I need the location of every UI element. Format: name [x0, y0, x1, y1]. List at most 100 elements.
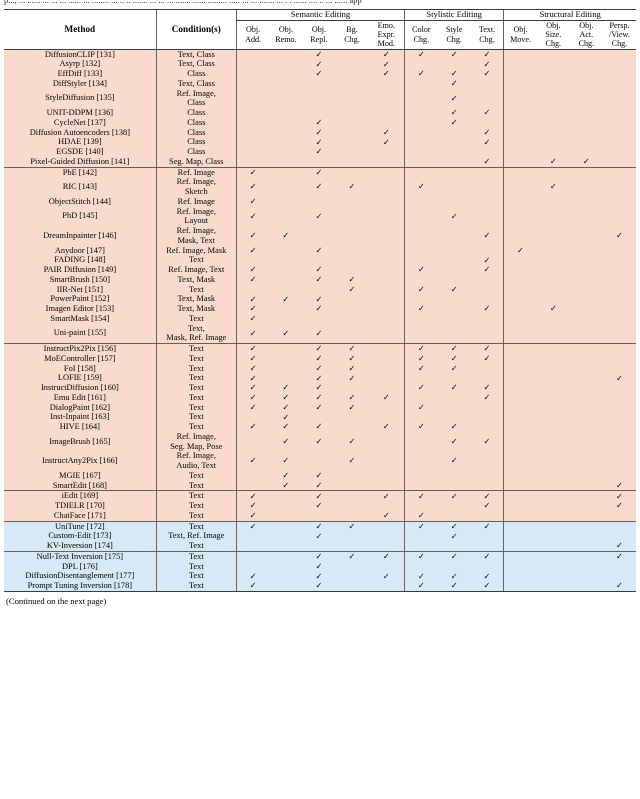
cell-check-empty — [335, 294, 369, 305]
cell-check-empty — [404, 431, 438, 452]
cell-check-empty — [302, 510, 336, 522]
cell-check-yes: ✓ — [335, 373, 369, 384]
cell-check-yes: ✓ — [602, 226, 636, 246]
cell-check-yes: ✓ — [437, 118, 471, 128]
cell-check-empty — [602, 284, 636, 295]
cell-method: iEdit [169] — [4, 490, 157, 502]
cell-check-empty — [269, 304, 303, 314]
cell-check-yes: ✓ — [235, 245, 270, 256]
cell-check-empty — [602, 88, 636, 109]
cell-check-empty — [404, 531, 438, 542]
cell-check-yes: ✓ — [235, 422, 270, 432]
cell-condition: Text — [155, 373, 237, 384]
cell-check-empty — [368, 313, 405, 324]
cell-condition: Text — [155, 343, 237, 354]
table-row: StyleDiffusion [135] Ref. Image, Class ✓ — [4, 88, 636, 109]
cell-check-empty — [470, 422, 504, 432]
cell-check-empty — [503, 451, 537, 471]
cell-check-empty — [602, 294, 636, 305]
cell-check-empty — [437, 127, 471, 138]
cell-check-empty — [368, 294, 405, 305]
cell-check-empty — [368, 88, 405, 109]
cell-check-empty — [368, 451, 405, 471]
cell-check-empty — [536, 581, 570, 592]
cut-off-text-line: p..., ... ...... ... ... ... ...... ... … — [4, 0, 362, 5]
table-row: KV-Inversion [174] Text ✓ — [4, 541, 636, 552]
cell-condition: Text — [155, 571, 237, 582]
cell-check-empty — [503, 147, 537, 157]
cell-check-empty — [536, 127, 570, 138]
cell-check-empty — [602, 343, 636, 354]
cell-check-empty — [602, 206, 636, 227]
cell-check-yes: ✓ — [437, 363, 471, 374]
cell-check-empty — [235, 78, 270, 89]
cell-check-empty — [335, 226, 369, 246]
cell-check-empty — [569, 177, 603, 197]
cell-check-yes: ✓ — [602, 373, 636, 384]
header-col-obj-move: Obj. Move. — [503, 20, 537, 50]
cell-check-yes: ✓ — [235, 177, 270, 197]
cell-check-empty — [437, 196, 471, 207]
cell-check-empty — [569, 353, 603, 364]
cell-condition: Text — [155, 510, 237, 522]
header-group-stylistic-editing: Stylistic Editing — [404, 9, 504, 21]
cell-check-yes: ✓ — [302, 206, 336, 227]
cell-check-empty — [437, 541, 471, 552]
cell-check-empty — [569, 206, 603, 227]
header-col-bg-chg: Bg. Chg. — [335, 20, 369, 50]
cell-check-empty — [503, 392, 537, 403]
cell-check-yes: ✓ — [404, 69, 438, 79]
cell-check-empty — [536, 383, 570, 393]
cell-method: DiffusionDisentanglement [177] — [4, 571, 157, 582]
cell-check-empty — [335, 245, 369, 256]
cell-check-empty — [569, 196, 603, 207]
table-row: DreamInpainter [146] Ref. Image, Mask, Tex… — [4, 226, 636, 246]
cell-check-yes: ✓ — [437, 79, 471, 89]
cell-check-empty — [569, 422, 603, 432]
cell-check-empty — [536, 373, 570, 384]
cell-method: CycleNet [137] — [4, 117, 157, 128]
method-comparison-table: Method Condition(s) Semantic Editing Sty… — [4, 9, 636, 592]
cell-check-empty — [335, 59, 369, 70]
header-col-color-chg: Color Chg. — [404, 20, 438, 50]
cell-method: HDAE [139] — [4, 137, 157, 148]
cell-check-empty — [437, 304, 471, 314]
cell-check-yes: ✓ — [437, 581, 471, 592]
cell-check-empty — [536, 510, 570, 522]
table-row: InstructAny2Pix [166] Ref. Image, Audio, T… — [4, 451, 636, 471]
cell-check-empty — [368, 363, 405, 374]
cell-check-empty — [503, 490, 537, 502]
cell-condition: Text — [155, 412, 237, 423]
table-row: DiffStyler [134] Text, Class ✓ — [4, 79, 636, 89]
header-group-structural-editing: Structural Editing — [503, 9, 636, 21]
cell-check-empty — [569, 363, 603, 374]
cell-check-empty — [470, 284, 504, 295]
cell-check-empty — [335, 137, 369, 148]
cell-check-yes: ✓ — [302, 581, 336, 592]
cell-check-empty — [404, 137, 438, 148]
cell-check-yes: ✓ — [404, 48, 438, 60]
cell-check-empty — [404, 541, 438, 552]
cell-check-empty — [503, 284, 537, 295]
cell-check-yes: ✓ — [404, 550, 438, 562]
cell-check-yes: ✓ — [335, 177, 369, 197]
cell-condition: Class — [155, 117, 237, 128]
continued-caption: (Continued on the next page) — [6, 595, 107, 606]
cell-check-empty — [335, 69, 369, 79]
cell-check-yes: ✓ — [470, 48, 504, 60]
cell-method: SmartMask [154] — [4, 313, 157, 324]
cell-check-empty — [470, 177, 504, 197]
cell-method: Asyrp [132] — [4, 59, 157, 70]
cell-check-empty — [235, 531, 270, 542]
header-method: Method — [4, 9, 157, 50]
cell-condition: Text — [155, 561, 237, 572]
cell-check-empty — [503, 323, 537, 344]
cell-check-empty — [368, 561, 405, 572]
cell-check-empty — [269, 255, 303, 266]
cell-check-empty — [569, 274, 603, 285]
cell-check-yes: ✓ — [235, 451, 270, 471]
cell-check-empty — [569, 245, 603, 256]
cell-check-yes: ✓ — [404, 363, 438, 374]
cell-check-empty — [602, 451, 636, 471]
cell-check-empty — [269, 490, 303, 502]
